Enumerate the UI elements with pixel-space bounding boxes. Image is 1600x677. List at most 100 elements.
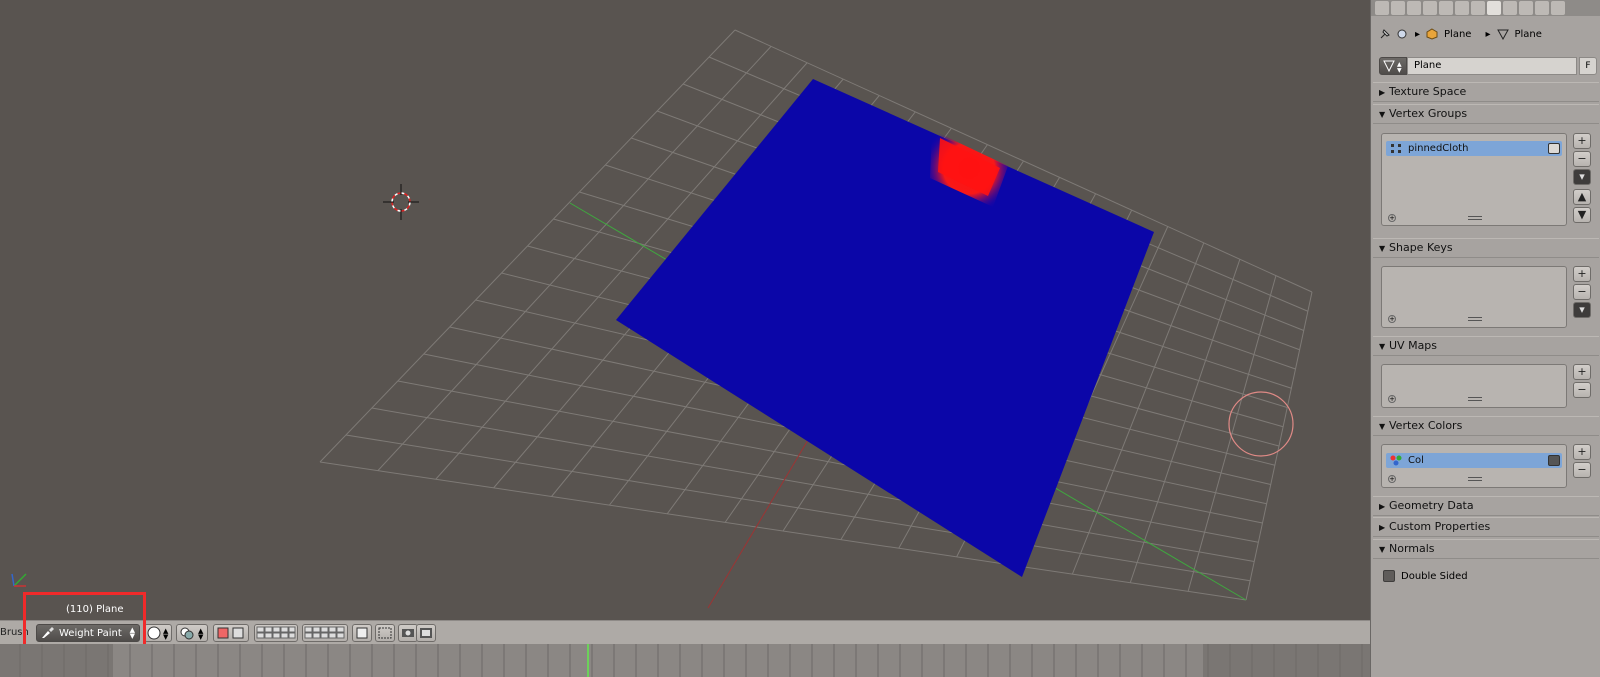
section-uv-maps[interactable]: ▼ UV Maps bbox=[1373, 336, 1599, 356]
lock-layers-button[interactable] bbox=[352, 624, 372, 642]
vertex-colors-buttons: + − bbox=[1573, 444, 1591, 480]
viewport-canvas[interactable] bbox=[0, 0, 1370, 620]
tab-constraints[interactable] bbox=[1455, 1, 1469, 15]
render-preview-button[interactable] bbox=[375, 624, 395, 642]
remove-uv-map-button[interactable]: − bbox=[1573, 382, 1591, 398]
opengl-render-button[interactable] bbox=[398, 624, 418, 642]
svg-text:▼: ▼ bbox=[198, 633, 204, 641]
tab-modifiers[interactable] bbox=[1471, 1, 1485, 15]
list-filter-icon[interactable]: + bbox=[1388, 475, 1396, 483]
list-resize-grip-icon[interactable] bbox=[1468, 477, 1482, 481]
shading-button[interactable]: ▲ ▼ bbox=[144, 624, 172, 642]
add-vertex-color-button[interactable]: + bbox=[1573, 444, 1591, 460]
section-title: Shape Keys bbox=[1389, 241, 1453, 254]
tab-texture[interactable] bbox=[1519, 1, 1533, 15]
tab-particles[interactable] bbox=[1535, 1, 1549, 15]
section-title: UV Maps bbox=[1389, 339, 1438, 352]
tab-scene[interactable] bbox=[1407, 1, 1421, 15]
properties-tabs bbox=[1371, 0, 1600, 16]
list-resize-grip-icon[interactable] bbox=[1468, 317, 1482, 321]
shading-solid-icon: ▲▼ bbox=[147, 626, 169, 641]
list-filter-icon[interactable]: + bbox=[1388, 315, 1396, 323]
remove-shape-key-button[interactable]: − bbox=[1573, 284, 1591, 300]
double-sided-option[interactable]: Double Sided bbox=[1383, 570, 1468, 582]
mesh-datablock-selector: ▲ ▼ Plane F bbox=[1379, 57, 1597, 75]
section-texture-space[interactable]: ▶ Texture Space bbox=[1373, 82, 1599, 102]
layers-right-button[interactable] bbox=[302, 624, 348, 642]
section-geometry-data[interactable]: ▶ Geometry Data bbox=[1373, 496, 1599, 516]
add-vertex-group-button[interactable]: + bbox=[1573, 133, 1591, 149]
remove-vertex-color-button[interactable]: − bbox=[1573, 462, 1591, 478]
section-normals[interactable]: ▼ Normals bbox=[1373, 539, 1599, 559]
section-shape-keys[interactable]: ▼ Shape Keys bbox=[1373, 238, 1599, 258]
breadcrumb-object: Plane bbox=[1444, 28, 1472, 40]
breadcrumb: ▸ Plane ▸ Plane bbox=[1379, 26, 1542, 42]
expanded-triangle-icon: ▼ bbox=[1379, 545, 1386, 554]
svg-text:▼: ▼ bbox=[1397, 67, 1402, 74]
timeline-ruler[interactable] bbox=[0, 644, 1370, 677]
shape-keys-list[interactable]: + bbox=[1381, 266, 1567, 328]
opengl-animation-button[interactable] bbox=[416, 624, 436, 642]
pivot-button[interactable]: ▲ ▼ bbox=[176, 624, 208, 642]
pin-icon[interactable] bbox=[1379, 28, 1391, 40]
list-filter-icon[interactable]: + bbox=[1388, 395, 1396, 403]
timeline[interactable] bbox=[0, 644, 1370, 677]
layers-left-button[interactable] bbox=[254, 624, 298, 642]
pivot-icon: ▲▼ bbox=[180, 627, 204, 641]
breadcrumb-mesh: Plane bbox=[1514, 28, 1542, 40]
tab-material[interactable] bbox=[1503, 1, 1517, 15]
brush-label: Brush bbox=[0, 627, 29, 638]
mode-selector[interactable]: Weight Paint ▲ ▼ bbox=[36, 624, 140, 642]
render-camera-icon[interactable] bbox=[1548, 455, 1560, 466]
add-uv-map-button[interactable]: + bbox=[1573, 364, 1591, 380]
mesh-browse-button[interactable]: ▲ ▼ bbox=[1379, 57, 1407, 75]
list-resize-grip-icon[interactable] bbox=[1468, 397, 1482, 401]
mode-label: Weight Paint bbox=[59, 627, 122, 639]
tab-object[interactable] bbox=[1439, 1, 1453, 15]
move-up-button[interactable]: ▲ bbox=[1573, 189, 1591, 205]
grid-line bbox=[1129, 259, 1241, 583]
mesh-name-field[interactable]: Plane bbox=[1407, 57, 1577, 75]
weight-paint-icon bbox=[42, 627, 54, 638]
camera-icon bbox=[402, 629, 414, 637]
breadcrumb-separator: ▸ bbox=[1485, 28, 1491, 40]
list-resize-grip-icon[interactable] bbox=[1468, 216, 1482, 220]
layers-icon bbox=[304, 626, 345, 639]
add-shape-key-button[interactable]: + bbox=[1573, 266, 1591, 282]
section-title: Texture Space bbox=[1389, 85, 1467, 98]
3d-cursor-icon[interactable] bbox=[383, 184, 419, 220]
tab-world[interactable] bbox=[1423, 1, 1437, 15]
section-vertex-groups[interactable]: ▼ Vertex Groups bbox=[1373, 104, 1599, 124]
fake-user-button[interactable]: F bbox=[1579, 57, 1597, 75]
shape-key-menu-button[interactable]: ▾ bbox=[1573, 302, 1591, 318]
vertex-groups-list[interactable]: pinnedCloth + bbox=[1381, 133, 1567, 226]
grid-line bbox=[1187, 275, 1277, 592]
tab-data[interactable] bbox=[1487, 1, 1501, 15]
face-mask-button[interactable] bbox=[213, 624, 249, 642]
collapsed-triangle-icon: ▶ bbox=[1379, 502, 1386, 511]
mesh-icon: ▲▼ bbox=[1383, 60, 1402, 74]
mesh-icon bbox=[1496, 29, 1509, 40]
section-vertex-colors[interactable]: ▼ Vertex Colors bbox=[1373, 416, 1599, 436]
vertex-group-menu-button[interactable]: ▾ bbox=[1573, 169, 1591, 185]
vertex-colors-list[interactable]: Col + bbox=[1381, 444, 1567, 488]
select-arrows-icon: ▲ ▼ bbox=[129, 626, 135, 640]
section-title: Custom Properties bbox=[1389, 520, 1491, 533]
section-custom-properties[interactable]: ▶ Custom Properties bbox=[1373, 517, 1599, 537]
list-item[interactable]: Col bbox=[1386, 453, 1562, 468]
3d-viewport[interactable]: (110) Plane bbox=[0, 0, 1370, 620]
properties-panel: ▸ Plane ▸ Plane ▲ ▼ Plane F ▶ Texture Spac… bbox=[1370, 0, 1600, 677]
list-filter-icon[interactable]: + bbox=[1388, 214, 1396, 222]
remove-vertex-group-button[interactable]: − bbox=[1573, 151, 1591, 167]
lock-icon[interactable] bbox=[1548, 143, 1560, 154]
double-sided-checkbox[interactable] bbox=[1383, 570, 1395, 582]
plane-mesh[interactable] bbox=[616, 79, 1154, 577]
tab-layers[interactable] bbox=[1391, 1, 1405, 15]
section-title: Geometry Data bbox=[1389, 499, 1474, 512]
collapsed-triangle-icon: ▶ bbox=[1379, 88, 1386, 97]
move-down-button[interactable]: ▼ bbox=[1573, 207, 1591, 223]
tab-physics[interactable] bbox=[1551, 1, 1565, 15]
uv-maps-list[interactable]: + bbox=[1381, 364, 1567, 408]
tab-render[interactable] bbox=[1375, 1, 1389, 15]
list-item[interactable]: pinnedCloth bbox=[1386, 141, 1562, 156]
